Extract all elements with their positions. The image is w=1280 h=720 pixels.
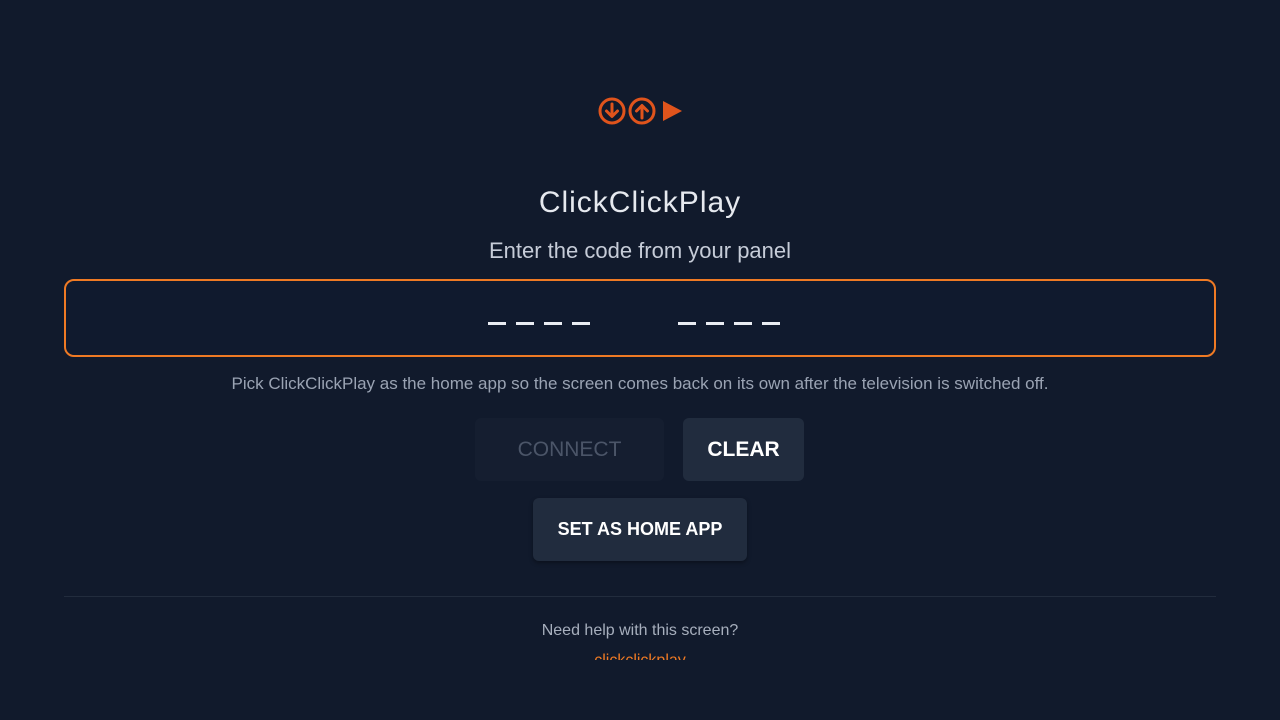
code-slot [544,322,562,325]
help-question: Need help with this screen? [541,622,739,639]
code-slot [734,322,752,325]
code-slot [516,322,534,325]
home-app-hint: Pick ClickClickPlay as the home app so t… [231,374,1049,393]
connect-button[interactable]: CONNECT [475,418,664,481]
set-home-app-button[interactable]: SET AS HOME APP [533,498,747,561]
code-input[interactable] [64,279,1216,357]
code-slot [706,322,724,325]
divider [64,596,1216,597]
code-slot [572,322,590,325]
app-title: ClickClickPlay [538,186,742,219]
code-slot [488,322,506,325]
help-link-container: clickclickplay [0,646,1280,660]
instruction-subtitle: Enter the code from your panel [488,238,792,263]
code-slot [762,322,780,325]
pairing-screen: ClickClickPlay Enter the code from your … [0,0,1280,720]
help-link[interactable]: clickclickplay [0,650,1280,660]
code-slot [678,322,696,325]
download-upload-play-logo-icon [598,97,682,125]
clear-button[interactable]: CLEAR [683,418,804,481]
